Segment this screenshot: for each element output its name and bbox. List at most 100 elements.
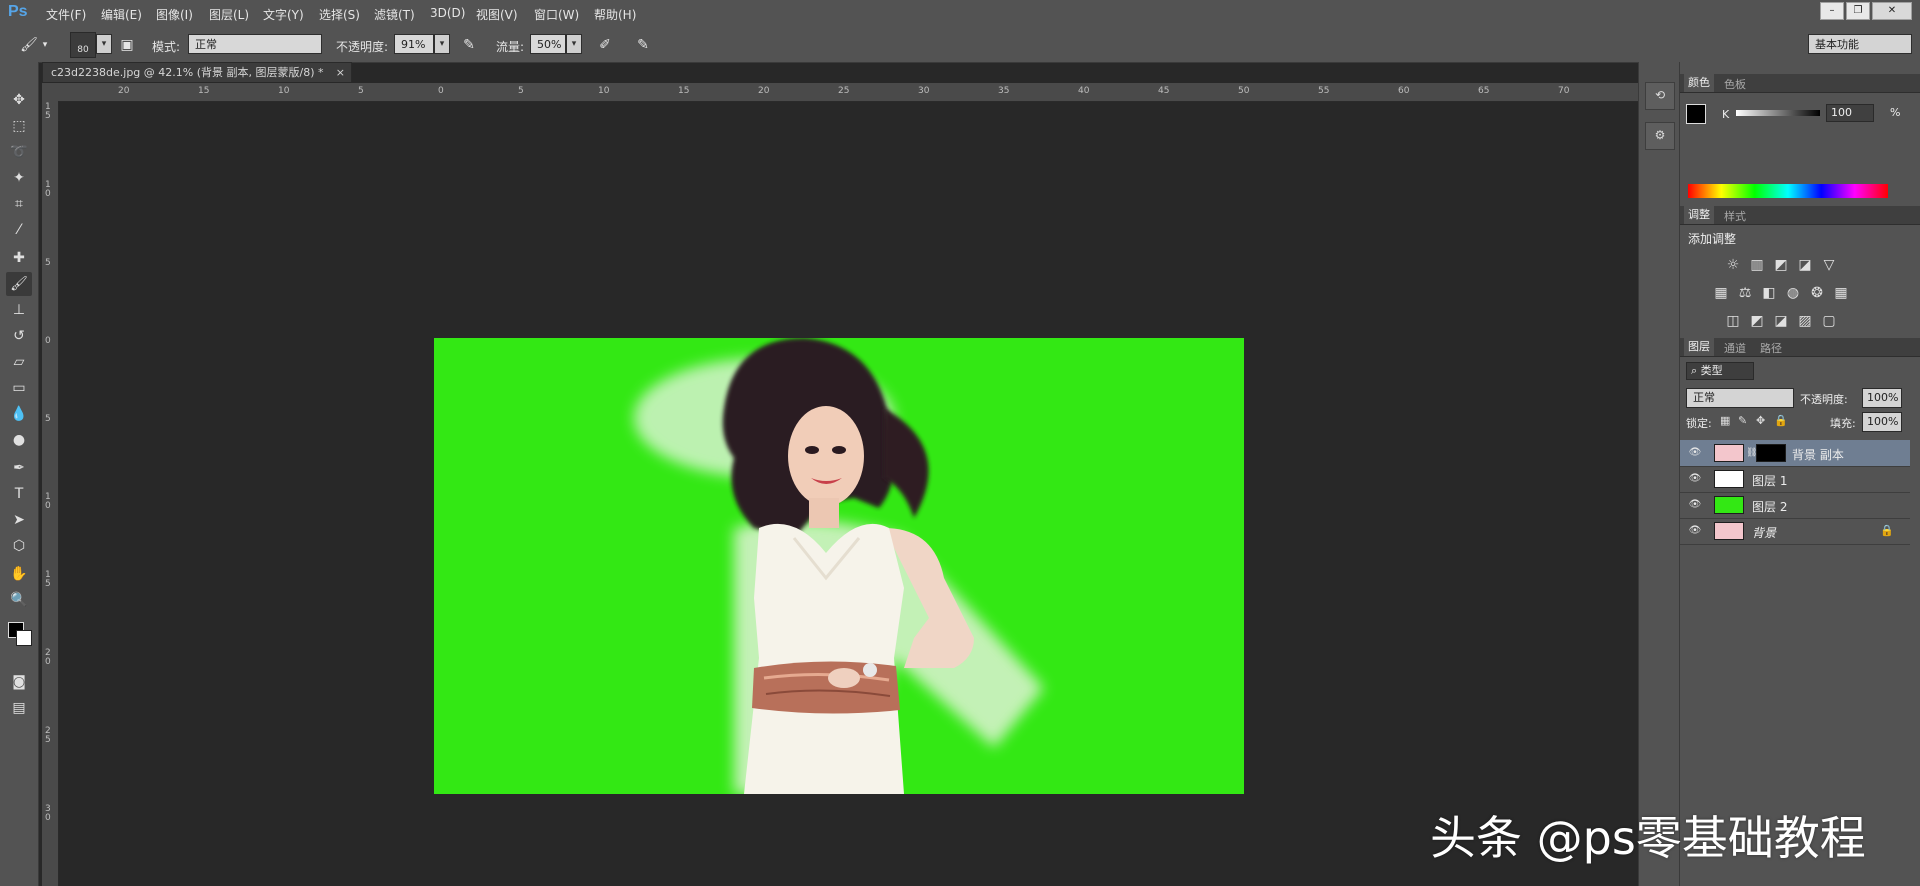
lock-all-icon[interactable]: 🔒	[1774, 414, 1788, 427]
layer-row[interactable]: 👁 图层 1	[1680, 466, 1910, 493]
curves-icon[interactable]: ◩	[1772, 256, 1790, 274]
move-tool-icon[interactable]: ✥	[6, 88, 32, 112]
lasso-tool-icon[interactable]: ➰	[6, 140, 32, 164]
menu-type[interactable]: 文字(Y)	[263, 6, 304, 23]
layer-row[interactable]: 👁 图层 2	[1680, 492, 1910, 519]
vibrance-icon[interactable]: ▽	[1820, 256, 1838, 274]
tab-swatches[interactable]: 色板	[1720, 76, 1750, 92]
layer-filter-select[interactable]: ⌕ 类型	[1686, 362, 1754, 380]
menu-layer[interactable]: 图层(L)	[209, 6, 249, 23]
type-tool-icon[interactable]: T	[6, 482, 32, 506]
black-white-icon[interactable]: ◧	[1760, 284, 1778, 302]
color-balance-icon[interactable]: ⚖	[1736, 284, 1754, 302]
mode-select[interactable]: 正常	[188, 34, 322, 54]
menu-file[interactable]: 文件(F)	[46, 6, 86, 23]
healing-brush-tool-icon[interactable]: ✚	[6, 246, 32, 270]
layer-opacity-input[interactable]: 100%	[1862, 388, 1902, 408]
pressure-opacity-icon[interactable]: ✎	[458, 34, 480, 56]
blend-mode-select[interactable]: 正常	[1686, 388, 1794, 408]
tab-adjustments[interactable]: 调整	[1684, 206, 1714, 224]
lock-pixels-icon[interactable]: ✎	[1738, 414, 1747, 427]
threshold-icon[interactable]: ◪	[1772, 312, 1790, 330]
flow-input[interactable]: 50%	[530, 34, 566, 54]
menu-help[interactable]: 帮助(H)	[594, 6, 636, 23]
visibility-eye-icon[interactable]: 👁	[1688, 524, 1702, 538]
properties-panel-icon[interactable]: ⚙	[1645, 122, 1675, 150]
document-tab[interactable]: c23d2238de.jpg @ 42.1% (背景 副本, 图层蒙版/8) *…	[42, 62, 352, 82]
brush-panel-toggle-icon[interactable]: ▣	[116, 34, 138, 56]
clone-stamp-tool-icon[interactable]: ⊥	[6, 298, 32, 322]
menu-3d[interactable]: 3D(D)	[430, 6, 465, 20]
history-panel-icon[interactable]: ⟲	[1645, 82, 1675, 110]
menu-view[interactable]: 视图(V)	[476, 6, 518, 23]
tab-color[interactable]: 颜色	[1684, 74, 1714, 92]
gradient-tool-icon[interactable]: ▭	[6, 376, 32, 400]
eraser-tool-icon[interactable]: ▱	[6, 350, 32, 374]
brush-tool-icon[interactable]: 🖌	[6, 272, 32, 296]
menu-image[interactable]: 图像(I)	[156, 6, 193, 23]
menu-filter[interactable]: 滤镜(T)	[374, 6, 415, 23]
hue-saturation-icon[interactable]: ▦	[1712, 284, 1730, 302]
restore-button[interactable]: ❐	[1846, 2, 1870, 20]
layer-mask-thumbnail[interactable]	[1756, 444, 1786, 462]
airbrush-icon[interactable]: ✐	[594, 34, 616, 56]
dodge-tool-icon[interactable]: ●	[6, 428, 32, 452]
screen-mode-icon[interactable]: ▤	[6, 696, 32, 720]
color-ramp[interactable]	[1688, 184, 1888, 198]
brush-preset-arrow[interactable]: ▾	[96, 34, 112, 54]
tab-paths[interactable]: 路径	[1756, 340, 1786, 356]
close-document-icon[interactable]: ×	[336, 63, 345, 83]
pen-tool-icon[interactable]: ✒	[6, 456, 32, 480]
visibility-eye-icon[interactable]: 👁	[1688, 446, 1702, 460]
marquee-tool-icon[interactable]: ⬚	[6, 114, 32, 138]
k-slider-track[interactable]	[1736, 110, 1820, 116]
tab-layers[interactable]: 图层	[1684, 338, 1714, 356]
minimize-button[interactable]: –	[1820, 2, 1844, 20]
menu-edit[interactable]: 编辑(E)	[101, 6, 142, 23]
shape-tool-icon[interactable]: ⬡	[6, 534, 32, 558]
menu-window[interactable]: 窗口(W)	[534, 6, 579, 23]
lock-position-icon[interactable]: ✥	[1756, 414, 1765, 427]
brightness-icon[interactable]: ☼	[1724, 256, 1742, 274]
workspace-select[interactable]: 基本功能	[1808, 34, 1912, 54]
chevron-down-icon[interactable]: ▾	[40, 34, 50, 56]
brush-preset-picker[interactable]: 80	[70, 32, 96, 58]
opacity-dropdown-arrow[interactable]: ▾	[434, 34, 450, 54]
color-lookup-icon[interactable]: ▦	[1832, 284, 1850, 302]
eyedropper-tool-icon[interactable]: ⁄	[6, 218, 32, 242]
invert-icon[interactable]: ◫	[1724, 312, 1742, 330]
channel-mixer-icon[interactable]: ❂	[1808, 284, 1826, 302]
history-brush-tool-icon[interactable]: ↺	[6, 324, 32, 348]
path-selection-tool-icon[interactable]: ➤	[6, 508, 32, 532]
exposure-icon[interactable]: ◪	[1796, 256, 1814, 274]
layer-row[interactable]: 👁 背景 🔒	[1680, 518, 1910, 545]
pressure-size-icon[interactable]: ✎	[632, 34, 654, 56]
quick-mask-icon[interactable]: ◙	[6, 670, 32, 694]
canvas-image[interactable]	[434, 338, 1244, 794]
blur-tool-icon[interactable]: 💧	[6, 402, 32, 426]
gradient-map-icon[interactable]: ▨	[1796, 312, 1814, 330]
levels-icon[interactable]: ▥	[1748, 256, 1766, 274]
magic-wand-tool-icon[interactable]: ✦	[6, 166, 32, 190]
tab-styles[interactable]: 样式	[1720, 208, 1750, 224]
opacity-input[interactable]: 91%	[394, 34, 434, 54]
zoom-tool-icon[interactable]: 🔍	[6, 588, 32, 612]
posterize-icon[interactable]: ◩	[1748, 312, 1766, 330]
hand-tool-icon[interactable]: ✋	[6, 562, 32, 586]
close-window-button[interactable]: ✕	[1872, 2, 1912, 20]
crop-tool-icon[interactable]: ⌗	[6, 192, 32, 216]
brush-tool-icon[interactable]: 🖌	[18, 34, 40, 56]
photo-filter-icon[interactable]: ◍	[1784, 284, 1802, 302]
layer-fill-input[interactable]: 100%	[1862, 412, 1902, 432]
selective-color-icon[interactable]: ▢	[1820, 312, 1838, 330]
k-value-input[interactable]: 100	[1826, 104, 1874, 122]
menu-select[interactable]: 选择(S)	[319, 6, 360, 23]
tab-channels[interactable]: 通道	[1720, 340, 1750, 356]
flow-dropdown-arrow[interactable]: ▾	[566, 34, 582, 54]
color-foreground-swatch[interactable]	[1686, 104, 1706, 124]
lock-transparent-icon[interactable]: ▦	[1720, 414, 1730, 427]
visibility-eye-icon[interactable]: 👁	[1688, 498, 1702, 512]
background-color-swatch[interactable]	[16, 630, 32, 646]
layer-row[interactable]: 👁 ⛓ 背景 副本	[1680, 440, 1910, 467]
visibility-eye-icon[interactable]: 👁	[1688, 472, 1702, 486]
